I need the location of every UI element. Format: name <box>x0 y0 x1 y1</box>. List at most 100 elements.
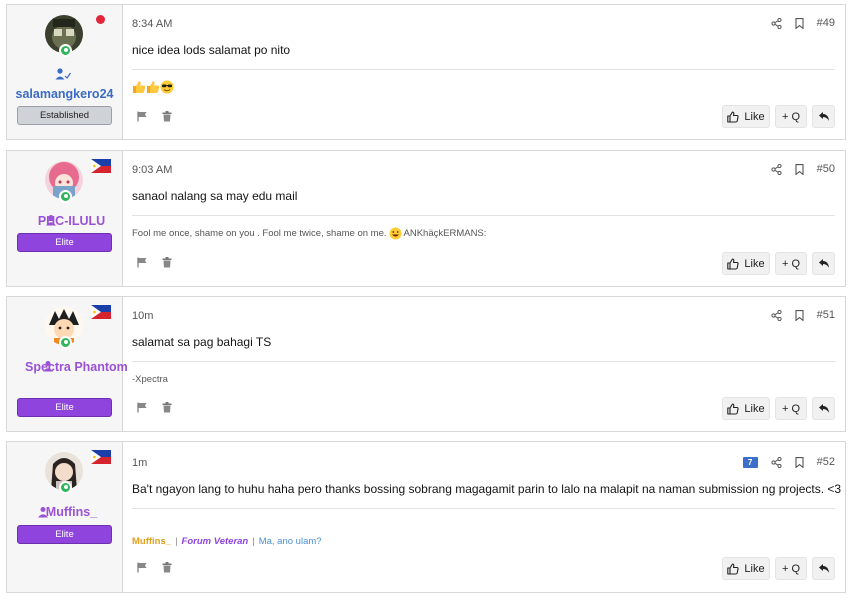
post-number[interactable]: #50 <box>817 163 835 175</box>
post-50: PHC-ILULU Elite 9:03 AM #50 sanaol nalan… <box>6 150 846 287</box>
thumbs-up-icon <box>727 402 740 415</box>
signature-divider <box>132 215 835 216</box>
signature <box>132 80 174 94</box>
post-header-actions: 7 #52 <box>742 456 835 468</box>
thumbs-up-icon <box>727 562 740 575</box>
signature-separator: | <box>175 536 178 547</box>
flag-icon[interactable] <box>137 111 148 122</box>
reply-icon <box>818 259 829 268</box>
reply-button[interactable] <box>812 557 835 580</box>
signature: -Xpectra <box>132 374 168 385</box>
post-message: nice idea lods salamat po nito <box>132 43 291 57</box>
post-time[interactable]: 1m <box>132 457 147 469</box>
philippines-flag-icon <box>91 450 111 464</box>
signature: Fool me once, shame on you . Fool me twi… <box>132 227 486 240</box>
post-tools <box>137 402 172 413</box>
status-indicator-icon <box>96 15 105 24</box>
badge-icon[interactable]: 7 <box>742 456 758 468</box>
post-number[interactable]: #51 <box>817 309 835 321</box>
reply-button[interactable] <box>812 105 835 128</box>
online-status-icon <box>59 190 72 203</box>
post-buttons: Like + Q <box>722 252 835 275</box>
post-user-panel: salamangkero24 Established <box>7 5 123 139</box>
post-tools <box>137 562 172 573</box>
post-header-actions: #50 <box>771 163 835 175</box>
signature-text: Fool me once, shame on you . Fool me twi… <box>132 228 387 239</box>
signature-rank: Forum Veteran <box>181 536 249 547</box>
quote-button[interactable]: + Q <box>775 397 807 420</box>
philippines-flag-icon <box>91 305 111 319</box>
flag-icon[interactable] <box>137 562 148 573</box>
quote-button[interactable]: + Q <box>775 105 807 128</box>
reply-icon <box>818 112 829 121</box>
thumbs-up-icon <box>727 257 740 270</box>
post-content: 9:03 AM #50 sanaol nalang sa may edu mai… <box>123 151 845 286</box>
quote-button[interactable]: + Q <box>775 557 807 580</box>
username[interactable]: salamangkero24 <box>11 85 118 103</box>
post-content: 1m 7 #52 Ba't ngayon lang to huhu haha p… <box>123 442 845 592</box>
like-button[interactable]: Like <box>722 252 770 275</box>
share-icon[interactable] <box>771 17 782 29</box>
trash-icon[interactable] <box>162 562 172 573</box>
username-line-1[interactable]: Spectra Phantom <box>11 358 128 376</box>
post-content: 8:34 AM #49 nice idea lods salamat po ni… <box>123 5 845 139</box>
quote-button[interactable]: + Q <box>775 252 807 275</box>
post-time[interactable]: 9:03 AM <box>132 164 172 176</box>
user-rank-badge: Established <box>17 106 112 125</box>
thumbs-up-icon <box>727 110 740 123</box>
post-user-panel: Spectra Phantom Elite <box>7 297 128 431</box>
bookmark-icon[interactable] <box>795 163 804 175</box>
post-tools <box>137 111 172 122</box>
reply-button[interactable] <box>812 397 835 420</box>
post-message: salamat sa pag bahagi TS <box>132 335 272 349</box>
reply-icon <box>818 564 829 573</box>
bookmark-icon[interactable] <box>795 309 804 321</box>
signature-link[interactable]: Ma, ano ulam? <box>259 536 322 547</box>
flag-icon[interactable] <box>137 402 148 413</box>
signature-divider <box>132 69 835 70</box>
share-icon[interactable] <box>771 163 782 175</box>
post-message: sanaol nalang sa may edu mail <box>132 189 298 203</box>
username[interactable]: Muffins_ <box>11 503 118 521</box>
signature-suffix: ANKhäçkERMANS: <box>403 228 487 239</box>
trash-icon[interactable] <box>162 111 172 122</box>
post-52: Muffins_ Elite 1m 7 #52 Ba't ngayon lang… <box>6 441 846 593</box>
post-number[interactable]: #52 <box>817 456 835 468</box>
grin-emoji-icon <box>389 227 402 240</box>
trash-icon[interactable] <box>162 402 172 413</box>
like-label: Like <box>744 110 765 123</box>
post-message: Ba't ngayon lang to huhu haha pero thank… <box>132 482 842 496</box>
like-button[interactable]: Like <box>722 397 770 420</box>
reply-button[interactable] <box>812 252 835 275</box>
like-label: Like <box>744 402 765 415</box>
post-51: Spectra Phantom Elite 10m #51 salamat sa… <box>6 296 846 432</box>
bookmark-icon[interactable] <box>795 17 804 29</box>
flag-icon[interactable] <box>137 257 148 268</box>
like-button[interactable]: Like <box>722 557 770 580</box>
online-status-icon <box>59 44 72 57</box>
signature-name: Muffins_ <box>132 536 172 547</box>
sunglasses-emoji-icon <box>160 80 174 94</box>
post-time[interactable]: 10m <box>132 310 153 322</box>
user-rank-badge: Elite <box>17 398 112 417</box>
post-buttons: Like + Q <box>722 557 835 580</box>
post-number[interactable]: #49 <box>817 17 835 29</box>
username[interactable]: PHC-ILULU <box>11 212 118 230</box>
philippines-flag-icon <box>91 159 111 173</box>
signature-separator: | <box>252 536 255 547</box>
trash-icon[interactable] <box>162 257 172 268</box>
post-user-panel: PHC-ILULU Elite <box>7 151 123 286</box>
share-icon[interactable] <box>771 309 782 321</box>
share-icon[interactable] <box>771 456 782 468</box>
bookmark-icon[interactable] <box>795 456 804 468</box>
like-label: Like <box>744 257 765 270</box>
reply-icon <box>818 404 829 413</box>
post-time[interactable]: 8:34 AM <box>132 18 172 30</box>
like-button[interactable]: Like <box>722 105 770 128</box>
signature-text: -Xpectra <box>132 374 168 385</box>
online-status-icon <box>59 336 72 349</box>
post-buttons: Like + Q <box>722 105 835 128</box>
user-rank-badge: Elite <box>17 233 112 252</box>
signature-divider <box>132 508 835 509</box>
post-header-actions: #49 <box>771 17 835 29</box>
